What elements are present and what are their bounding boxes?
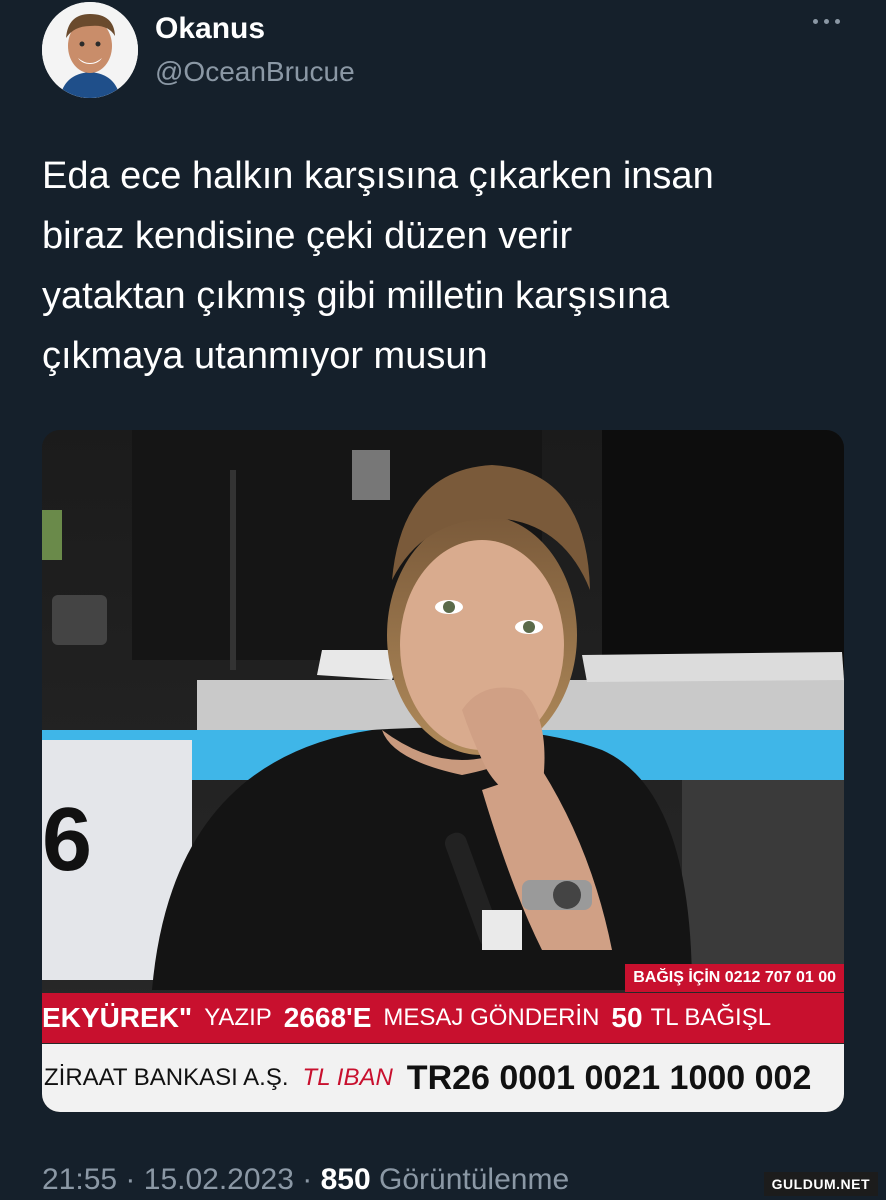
sms-currency: TL BAĞIŞL bbox=[650, 1004, 772, 1031]
more-dot bbox=[823, 18, 829, 24]
avatar-image bbox=[42, 2, 138, 98]
sms-amount: 50 bbox=[611, 1002, 643, 1033]
tweet-header: Okanus @OceanBrucue bbox=[42, 0, 886, 110]
tweet-media[interactable]: 6 BAĞIŞ İÇİN 0212 707 01 00 EKYÜREK" YAZ… bbox=[42, 430, 844, 1112]
author-handle[interactable]: @OceanBrucue bbox=[155, 56, 355, 88]
meta-separator: · bbox=[125, 1163, 136, 1196]
sms-banner: EKYÜREK" YAZIP 2668'E MESAJ GÖNDERİN 50 … bbox=[42, 993, 844, 1043]
sms-name: EKYÜREK" bbox=[42, 1002, 193, 1033]
watermark-badge: GULDUM.NET bbox=[763, 1172, 878, 1196]
iban-banner: ZİRAAT BANKASI A.Ş. TL IBAN TR26 0001 00… bbox=[42, 1044, 844, 1112]
sms-instruction: MESAJ GÖNDERİN bbox=[383, 1004, 600, 1031]
more-dot bbox=[812, 18, 818, 24]
avatar[interactable] bbox=[42, 2, 138, 98]
tweet-time[interactable]: 21:55 bbox=[42, 1163, 117, 1196]
studio-number: 6 bbox=[42, 790, 92, 890]
iban-label: TL IBAN bbox=[302, 1064, 393, 1091]
author-name[interactable]: Okanus bbox=[155, 12, 265, 46]
more-horizontal-icon[interactable] bbox=[809, 14, 843, 28]
tweet-text: Eda ece halkın karşısına çıkarken insan … bbox=[42, 155, 714, 377]
bank-name: ZİRAAT BANKASI A.Ş. bbox=[44, 1064, 289, 1091]
sms-verb: YAZIP bbox=[204, 1004, 272, 1031]
tweet-meta: 21:55 · 15.02.2023 · 850 Görüntülenme bbox=[42, 1163, 569, 1197]
donate-phone: BAĞIŞ İÇİN 0212 707 01 00 bbox=[625, 964, 844, 992]
iban-number: TR26 0001 0021 1000 002 bbox=[406, 1058, 812, 1097]
more-dot bbox=[834, 18, 840, 24]
sms-number: 2668'E bbox=[283, 1002, 372, 1033]
tweet-date[interactable]: 15.02.2023 bbox=[144, 1163, 294, 1196]
views-count: 850 bbox=[320, 1163, 371, 1196]
meta-separator: · bbox=[302, 1163, 313, 1196]
views-label: Görüntülenme bbox=[379, 1163, 570, 1196]
